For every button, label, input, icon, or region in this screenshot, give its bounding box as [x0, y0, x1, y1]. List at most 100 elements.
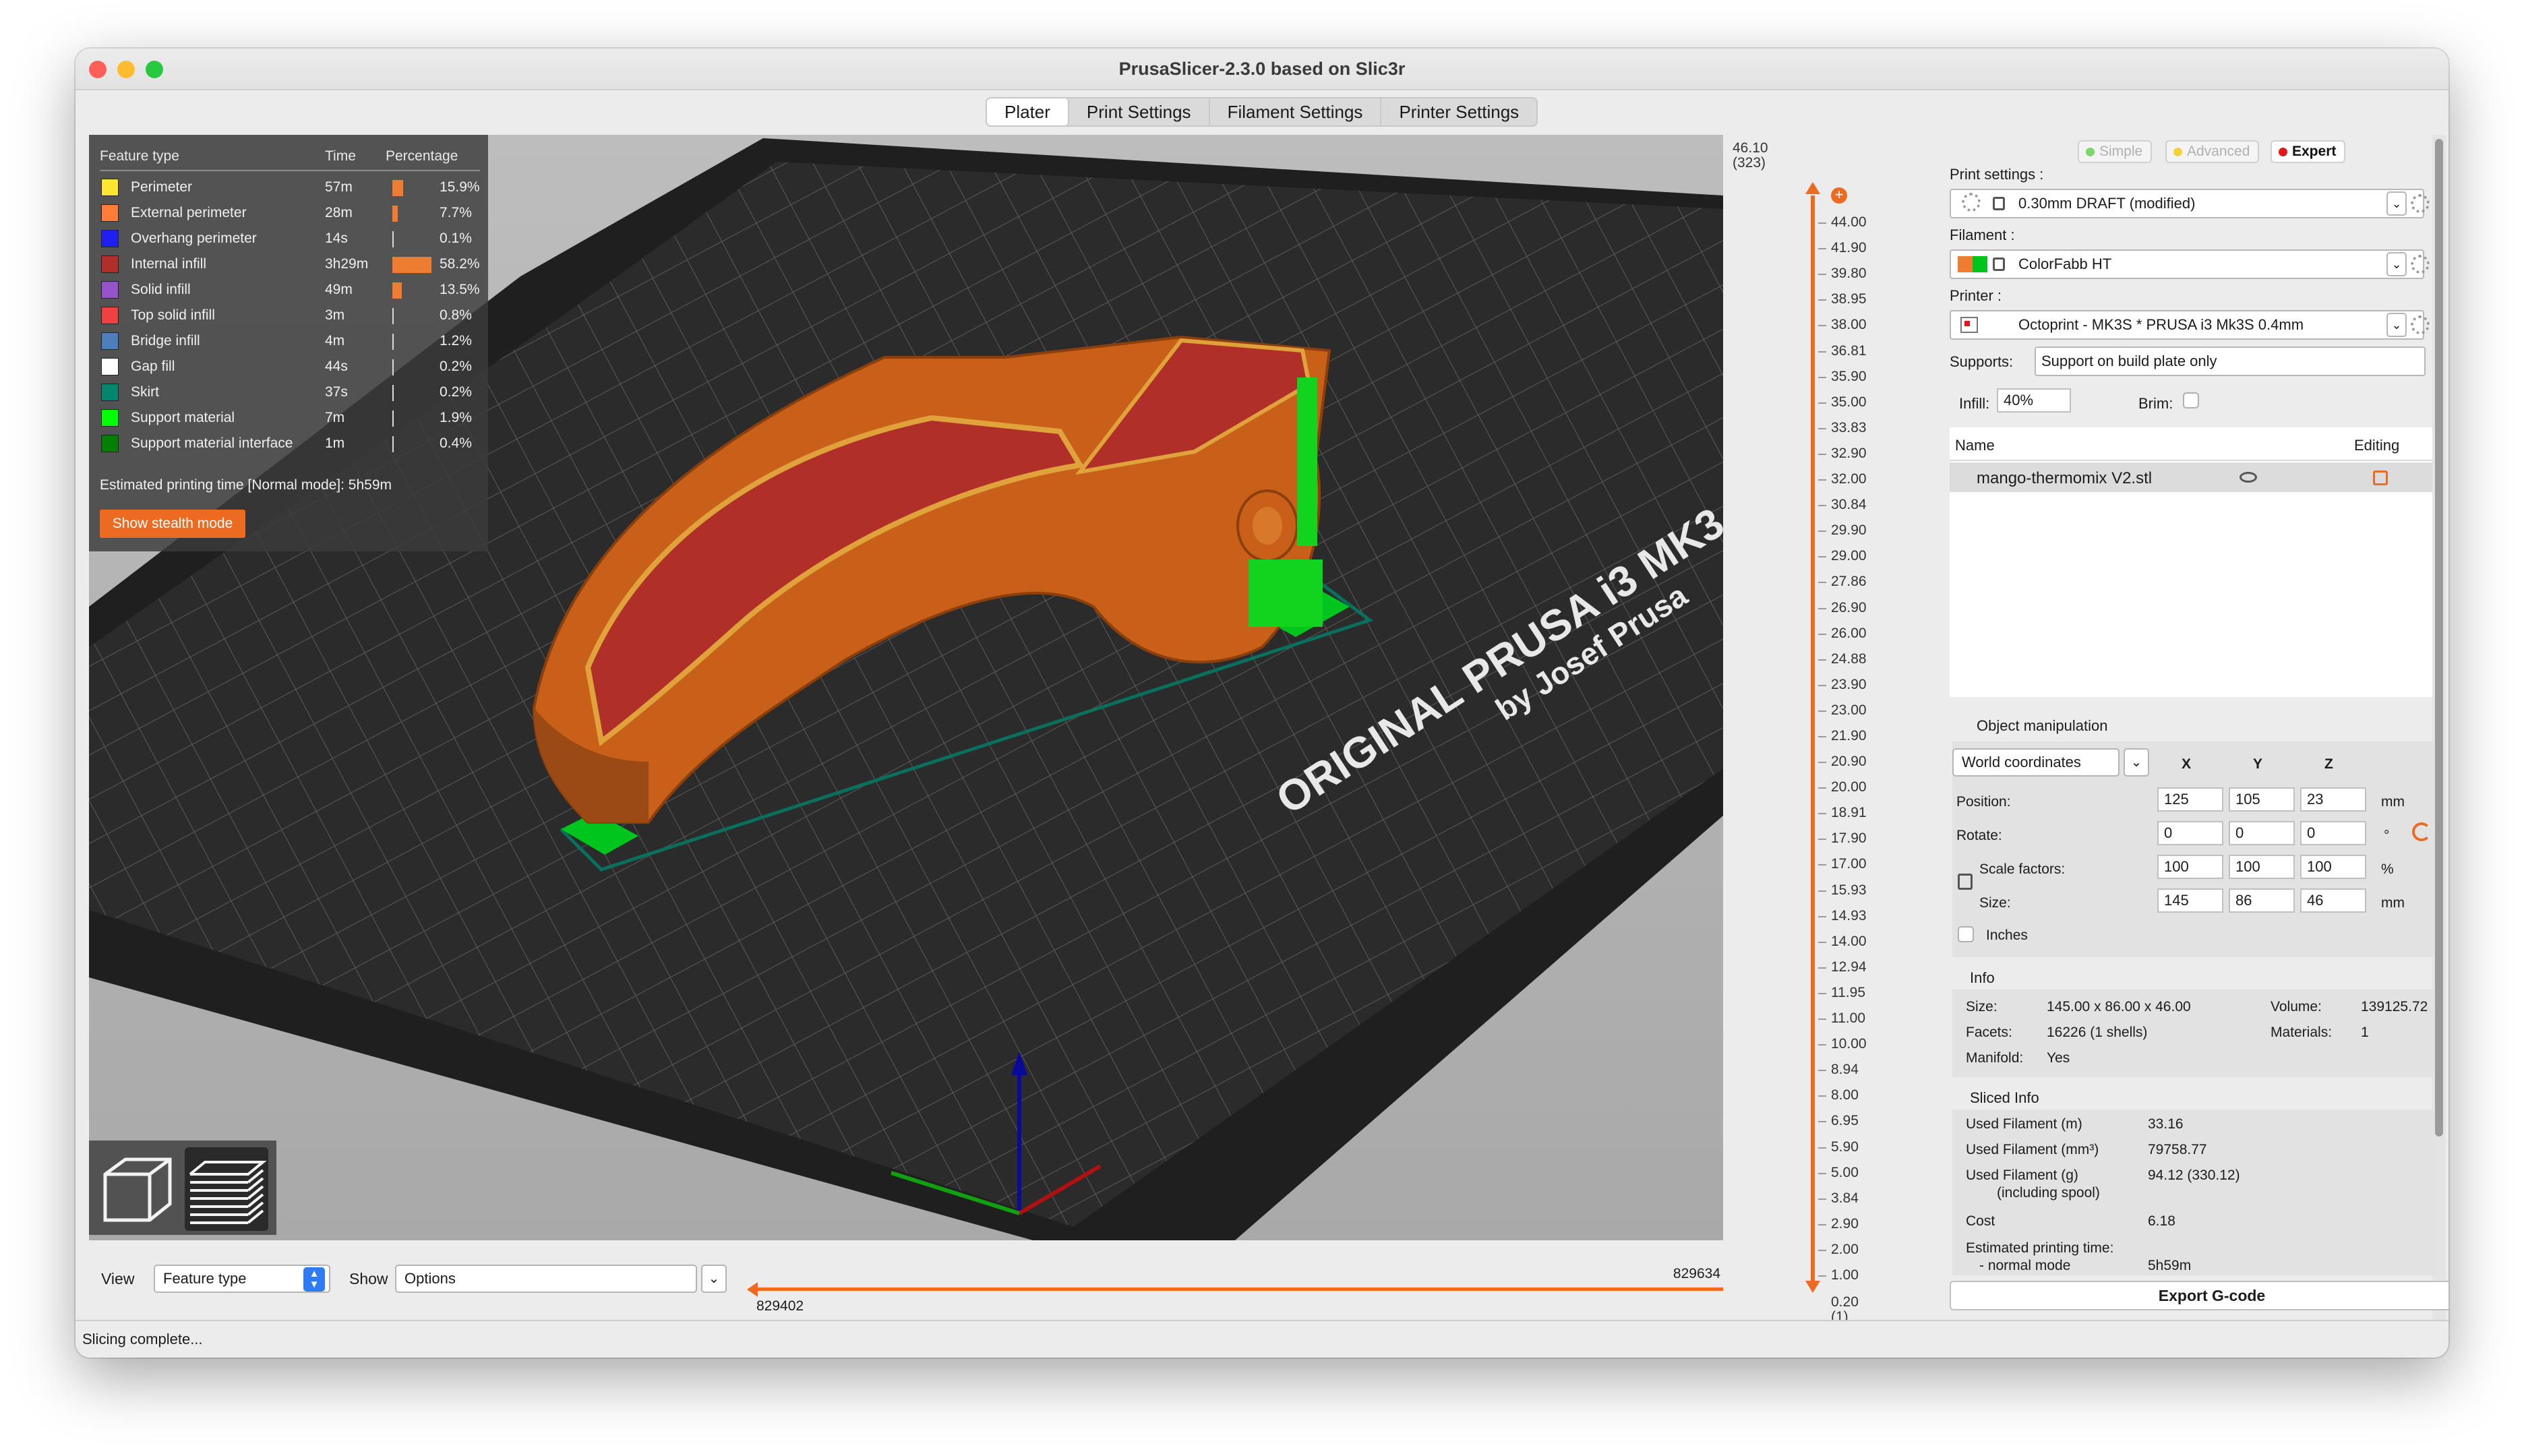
layer-tick: [1818, 582, 1826, 584]
eye-icon[interactable]: [2240, 472, 2257, 483]
legend-feature-time: 37s: [325, 384, 348, 400]
3d-view-button[interactable]: [96, 1147, 179, 1231]
legend-color-swatch: [101, 255, 119, 273]
layer-tick: [1818, 1198, 1826, 1200]
rotate-label: Rotate:: [1956, 828, 2002, 843]
brim-checkbox[interactable]: [2183, 392, 2199, 408]
mode-expert-button[interactable]: Expert: [2271, 140, 2346, 163]
layer-tick-label: 23.00: [1831, 702, 1867, 718]
add-color-change-icon[interactable]: +: [1831, 187, 1847, 204]
rotate-y-field[interactable]: 0: [2229, 821, 2295, 845]
rotate-x-field[interactable]: 0: [2157, 821, 2223, 845]
print-settings-edit-gear-icon[interactable]: [2411, 194, 2430, 213]
scale-y-field[interactable]: 100: [2229, 855, 2295, 879]
filament-dropdown-button[interactable]: ⌄: [2386, 252, 2407, 276]
mode-simple-button[interactable]: Simple: [2078, 140, 2153, 163]
scale-unit: %: [2381, 861, 2394, 877]
object-manipulation-title: Object manipulation: [1977, 717, 2108, 734]
layer-top-thumb-icon[interactable]: [1804, 181, 1822, 195]
print-settings-combo[interactable]: 0.30mm DRAFT (modified): [1950, 189, 2424, 218]
layer-tick: [1818, 274, 1826, 276]
legend-feature-percentage: 0.8%: [440, 307, 472, 323]
position-z-field[interactable]: 23: [2300, 787, 2366, 812]
layer-tick: [1818, 325, 1826, 327]
show-options-select[interactable]: Options: [395, 1265, 697, 1293]
size-x-field[interactable]: 145: [2157, 888, 2223, 913]
layer-tick: [1818, 1070, 1826, 1072]
legend-row[interactable]: Overhang perimeter 14s 0.1%: [89, 225, 488, 251]
legend-row[interactable]: Gap fill 44s 0.2%: [89, 353, 488, 379]
show-options-dropdown-button[interactable]: ⌄: [701, 1265, 727, 1293]
tab-filament-settings[interactable]: Filament Settings: [1210, 98, 1382, 125]
legend-row[interactable]: Skirt 37s 0.2%: [89, 379, 488, 404]
legend-color-swatch: [101, 358, 119, 375]
object-list[interactable]: Name Editing mango-thermomix V2.stl: [1950, 427, 2432, 697]
layer-tick-label: 11.95: [1831, 984, 1865, 1000]
inches-checkbox[interactable]: [1958, 926, 1974, 942]
position-x-field[interactable]: 125: [2157, 787, 2223, 812]
layer-tick: [1818, 915, 1826, 917]
coordinates-select[interactable]: World coordinates: [1952, 748, 2120, 777]
tab-print-settings[interactable]: Print Settings: [1069, 98, 1210, 125]
filament-edit-gear-icon[interactable]: [2411, 255, 2430, 274]
printer-combo[interactable]: Octoprint - MK3S * PRUSA i3 Mk3S 0.4mm: [1950, 310, 2424, 340]
advanced-mode-dot-icon: [2173, 148, 2182, 156]
layer-slider[interactable]: 46.10 (323) + 44.00 41.90 39.80 38.95 38.00 3…: [1723, 135, 1933, 1349]
coordinates-dropdown-button[interactable]: ⌄: [2124, 748, 2149, 777]
legend-feature-time: 28m: [325, 205, 353, 220]
size-z-field[interactable]: 46: [2300, 888, 2366, 913]
reset-rotation-icon[interactable]: [2412, 822, 2431, 841]
layer-tick: [1818, 530, 1826, 533]
tab-printer-settings[interactable]: Printer Settings: [1381, 98, 1536, 125]
layer-bottom-thumb-icon[interactable]: [1804, 1279, 1822, 1294]
object-list-row[interactable]: mango-thermomix V2.stl: [1950, 462, 2432, 492]
print-settings-dropdown-button[interactable]: ⌄: [2386, 191, 2407, 216]
print-time-value: 5h59m: [2148, 1258, 2192, 1273]
infill-field[interactable]: 40%: [1997, 388, 2071, 413]
position-label: Position:: [1956, 794, 2011, 810]
mode-simple-label: Simple: [2099, 144, 2143, 159]
legend-row[interactable]: Internal infill 3h29m 58.2%: [89, 251, 488, 276]
tab-plater[interactable]: Plater: [987, 98, 1069, 125]
legend-percentage-bar: [392, 334, 394, 350]
legend-feature-name: Top solid infill: [131, 307, 215, 323]
mode-advanced-button[interactable]: Advanced: [2165, 140, 2260, 163]
legend-row[interactable]: Support material 7m 1.9%: [89, 404, 488, 430]
supports-combo[interactable]: Support on build plate only: [2035, 346, 2426, 376]
size-unit: mm: [2381, 895, 2405, 911]
filament-label: Filament :: [1950, 226, 2015, 243]
legend-feature-time: 49m: [325, 282, 353, 297]
preview-layers-button[interactable]: [185, 1147, 268, 1231]
legend-row[interactable]: External perimeter 28m 7.7%: [89, 200, 488, 225]
layer-tick-label: 18.91: [1831, 805, 1867, 821]
layer-tick-label: 36.81: [1831, 342, 1867, 359]
scale-x-field[interactable]: 100: [2157, 855, 2223, 879]
scale-lock-icon[interactable]: [1958, 874, 1973, 890]
scale-z-field[interactable]: 100: [2300, 855, 2366, 879]
legend-row[interactable]: Support material interface 1m 0.4%: [89, 430, 488, 456]
printer-edit-gear-icon[interactable]: [2411, 315, 2430, 334]
size-y-field[interactable]: 86: [2229, 888, 2295, 913]
show-stealth-mode-button[interactable]: Show stealth mode: [100, 510, 245, 538]
filament-combo[interactable]: ColorFabb HT: [1950, 249, 2424, 279]
layer-tick: [1818, 479, 1826, 481]
edit-object-icon[interactable]: [2373, 471, 2388, 485]
export-gcode-button[interactable]: Export G-code: [1950, 1281, 2448, 1310]
legend-row[interactable]: Solid infill 49m 13.5%: [89, 276, 488, 302]
position-y-field[interactable]: 105: [2229, 787, 2295, 812]
sidebar-scrollbar-thumb[interactable]: [2435, 139, 2443, 1136]
legend-row[interactable]: Bridge infill 4m 1.2%: [89, 328, 488, 353]
legend-percentage-bar: [392, 308, 394, 324]
layer-tick: [1818, 710, 1826, 712]
filament-g-value: 94.12 (330.12): [2148, 1167, 2240, 1183]
legend-row[interactable]: Perimeter 57m 15.9%: [89, 174, 488, 200]
show-label: Show: [349, 1270, 388, 1287]
view-type-stepper[interactable]: ▲ ▼: [303, 1267, 325, 1292]
rotate-z-field[interactable]: 0: [2300, 821, 2366, 845]
slider-low-thumb-icon[interactable]: [746, 1281, 759, 1298]
legend-row[interactable]: Top solid infill 3m 0.8%: [89, 302, 488, 328]
printer-dropdown-button[interactable]: ⌄: [2386, 313, 2407, 337]
legend-feature-percentage: 1.9%: [440, 410, 472, 425]
gcode-move-slider[interactable]: 829402 829634: [747, 1266, 1737, 1316]
legend-feature-percentage: 0.2%: [440, 384, 472, 400]
